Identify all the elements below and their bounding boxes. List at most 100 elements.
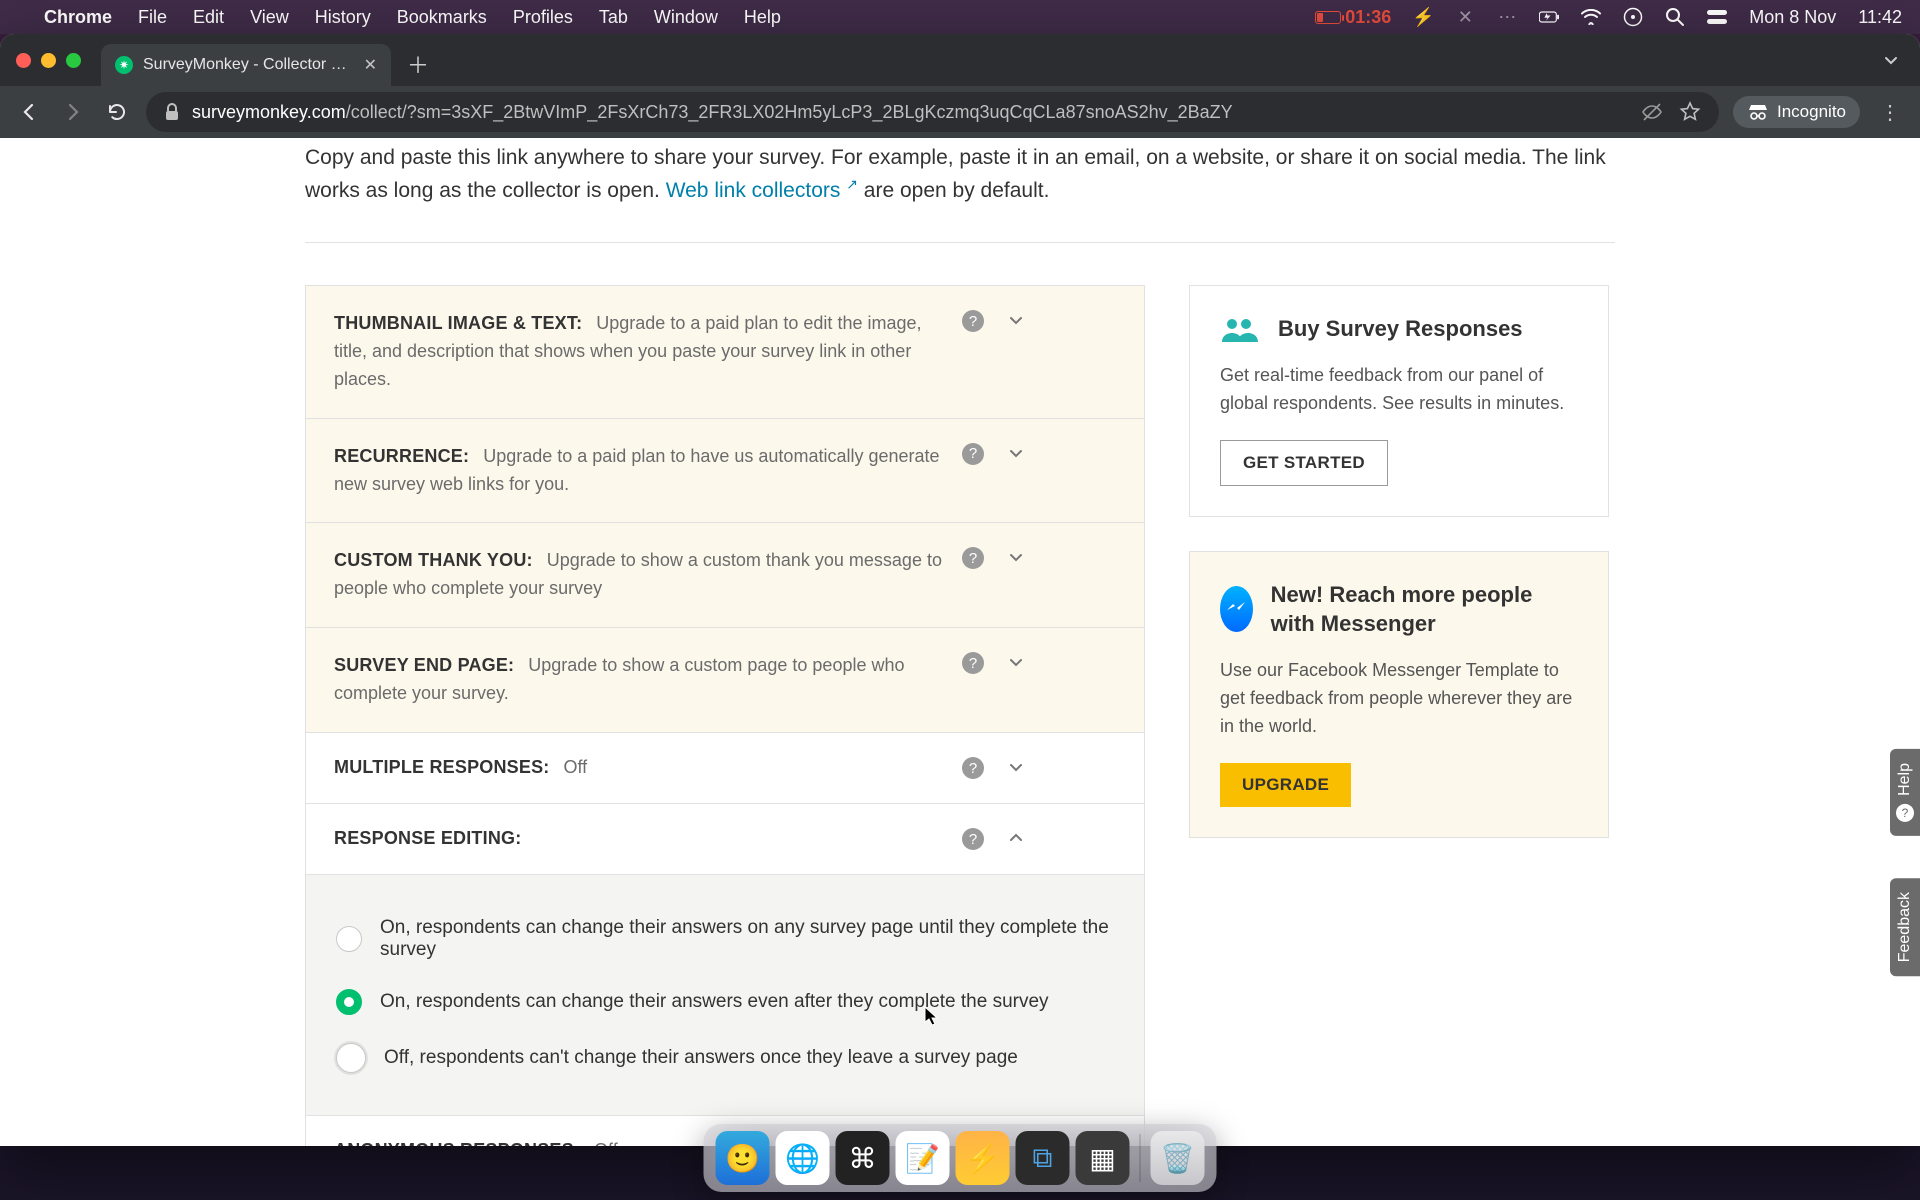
chrome-toolbar: surveymonkey.com/collect/?sm=3sXF_2BtwVI… [0, 86, 1920, 138]
chevron-down-icon [1006, 757, 1026, 777]
app-name[interactable]: Chrome [44, 7, 112, 28]
new-tab-button[interactable]: ＋ [407, 48, 429, 80]
dock-chrome[interactable]: 🌐 [776, 1131, 830, 1185]
help-icon[interactable]: ? [962, 757, 984, 779]
menu-help[interactable]: Help [744, 7, 781, 28]
chevron-down-icon [1006, 443, 1026, 463]
nav-forward [58, 97, 88, 127]
radio-icon [336, 926, 362, 952]
radio-icon [336, 1043, 366, 1073]
side-tab-label: Help [1896, 763, 1914, 796]
menu-edit[interactable]: Edit [193, 7, 224, 28]
nav-reload[interactable] [102, 97, 132, 127]
compass-icon[interactable] [1623, 7, 1643, 27]
chrome-menu-icon[interactable]: ⋮ [1874, 100, 1906, 125]
battery-status[interactable]: 01:36 [1315, 7, 1391, 28]
lock-icon [164, 103, 180, 121]
menu-profiles[interactable]: Profiles [513, 7, 573, 28]
menu-bookmarks[interactable]: Bookmarks [397, 7, 487, 28]
get-started-button[interactable]: GET STARTED [1220, 440, 1388, 486]
help-icon[interactable]: ? [962, 828, 984, 850]
dock-notes[interactable]: 📝 [896, 1131, 950, 1185]
panel-response-editing-header[interactable]: RESPONSE EDITING: ? [306, 804, 1144, 874]
tab-favicon: ✷ [115, 56, 133, 74]
intro-text: Copy and paste this link anywhere to sha… [305, 138, 1615, 206]
settings-panels: THUMBNAIL IMAGE & TEXT:Upgrade to a paid… [305, 285, 1145, 1146]
dock-finder[interactable]: 🙂 [716, 1131, 770, 1185]
card-title: Buy Survey Responses [1278, 316, 1523, 342]
panel-value: Off [564, 757, 588, 777]
chevron-down-icon [1006, 310, 1026, 330]
chevron-down-icon [1006, 547, 1026, 567]
panel-label: RECURRENCE: [334, 446, 469, 466]
radio-icon-selected [336, 989, 362, 1015]
help-dot-icon: ? [1896, 804, 1914, 822]
tab-close-icon[interactable]: ✕ [364, 55, 377, 75]
dock-terminal[interactable]: ⌘ [836, 1131, 890, 1185]
panel-response-editing: RESPONSE EDITING: ? On, respondents can … [305, 804, 1145, 1116]
browser-tab[interactable]: ✷ SurveyMonkey - Collector Det… ✕ [101, 44, 391, 86]
radio-option-3[interactable]: Off, respondents can't change their answ… [336, 1029, 1114, 1087]
window-zoom[interactable] [66, 53, 81, 68]
spotlight-icon[interactable] [1665, 7, 1685, 27]
incognito-icon [1747, 104, 1769, 120]
panel-recurrence[interactable]: RECURRENCE:Upgrade to a paid plan to hav… [305, 419, 1145, 524]
radio-label: Off, respondents can't change their answ… [384, 1047, 1018, 1069]
panel-multiple-responses[interactable]: MULTIPLE RESPONSES: Off ? [305, 733, 1145, 804]
dock-vscode[interactable]: ⧉ [1016, 1131, 1070, 1185]
menu-file[interactable]: File [138, 7, 167, 28]
address-bar[interactable]: surveymonkey.com/collect/?sm=3sXF_2BtwVI… [146, 92, 1719, 132]
menubar-clock[interactable]: 11:42 [1858, 7, 1902, 28]
help-icon[interactable]: ? [962, 547, 984, 569]
panel-custom-thank-you[interactable]: CUSTOM THANK YOU:Upgrade to show a custo… [305, 523, 1145, 628]
dock-trash[interactable]: 🗑️ [1151, 1131, 1205, 1185]
radio-option-1[interactable]: On, respondents can change their answers… [336, 903, 1114, 975]
panel-thumbnail[interactable]: THUMBNAIL IMAGE & TEXT:Upgrade to a paid… [305, 285, 1145, 419]
status-icon-1[interactable]: ⚡ [1413, 7, 1433, 27]
menubar-date[interactable]: Mon 8 Nov [1749, 7, 1836, 28]
help-icon[interactable]: ? [962, 652, 984, 674]
status-icon-2[interactable]: ✕ [1455, 7, 1475, 27]
window-close[interactable] [16, 53, 31, 68]
incognito-indicator[interactable]: Incognito [1733, 96, 1860, 128]
window-minimize[interactable] [41, 53, 56, 68]
nav-back[interactable] [14, 97, 44, 127]
side-tab-label: Feedback [1896, 892, 1914, 962]
chrome-window: ✷ SurveyMonkey - Collector Det… ✕ ＋ surv… [0, 34, 1920, 1146]
dock-app1[interactable]: ⚡ [956, 1131, 1010, 1185]
response-editing-options: On, respondents can change their answers… [306, 874, 1144, 1115]
control-center-icon[interactable] [1707, 7, 1727, 27]
menu-view[interactable]: View [250, 7, 289, 28]
buy-responses-card: Buy Survey Responses Get real-time feedb… [1189, 285, 1609, 517]
menu-tab[interactable]: Tab [599, 7, 628, 28]
tabs-overflow-icon[interactable] [1882, 51, 1900, 69]
incognito-label: Incognito [1777, 102, 1846, 122]
dock-app2[interactable]: ▦ [1076, 1131, 1130, 1185]
window-controls [16, 53, 81, 68]
card-text: Get real-time feedback from our panel of… [1220, 362, 1578, 418]
help-side-tab[interactable]: ? Help [1890, 749, 1920, 836]
help-icon[interactable]: ? [962, 310, 984, 332]
web-link-collectors-link[interactable]: Web link collectors ↗ [666, 179, 858, 202]
eye-off-icon[interactable] [1641, 101, 1663, 123]
status-icon-3[interactable]: ⋯ [1497, 7, 1517, 27]
macos-menubar: Chrome File Edit View History Bookmarks … [0, 0, 1920, 34]
radio-option-2[interactable]: On, respondents can change their answers… [336, 975, 1114, 1029]
upgrade-button[interactable]: UPGRADE [1220, 763, 1351, 807]
panel-label: ANONYMOUS RESPONSES: [334, 1140, 580, 1146]
menu-window[interactable]: Window [654, 7, 718, 28]
menu-history[interactable]: History [315, 7, 371, 28]
card-text: Use our Facebook Messenger Template to g… [1220, 657, 1578, 741]
tab-title: SurveyMonkey - Collector Det… [143, 56, 354, 74]
panel-label: SURVEY END PAGE: [334, 655, 514, 675]
panel-label: MULTIPLE RESPONSES: [334, 757, 550, 777]
wifi-icon[interactable] [1581, 7, 1601, 27]
power-icon[interactable] [1539, 7, 1559, 27]
card-title: New! Reach more people with Messenger [1271, 580, 1578, 639]
panel-value: Off [594, 1140, 618, 1146]
feedback-side-tab[interactable]: Feedback [1890, 878, 1920, 976]
panel-survey-end-page[interactable]: SURVEY END PAGE:Upgrade to show a custom… [305, 628, 1145, 733]
bookmark-star-icon[interactable] [1679, 101, 1701, 123]
help-icon[interactable]: ? [962, 443, 984, 465]
chrome-tabstrip: ✷ SurveyMonkey - Collector Det… ✕ ＋ [0, 34, 1920, 86]
